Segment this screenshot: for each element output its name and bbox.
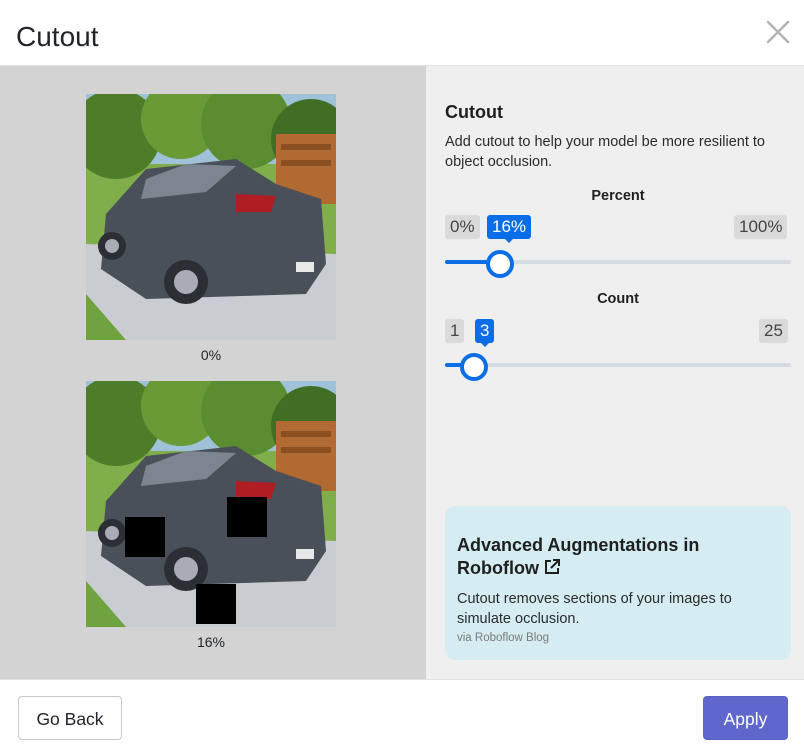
info-card[interactable]: Advanced Augmentations in Roboflow Cutou… [445,506,791,660]
count-min-label: 1 [445,319,465,343]
count-slider-handle[interactable] [459,353,488,381]
count-max-label: 25 [759,319,788,343]
percent-slider-handle[interactable] [486,250,515,278]
info-card-title[interactable]: Advanced Augmentations in Roboflow [457,534,777,582]
option-title: Cutout [445,102,503,122]
preview-caption-original: 0% [200,347,222,363]
count-value-label: 3 [475,319,495,347]
preview-image-cutout [86,381,336,627]
modal-footer: Go Back Apply [0,679,804,746]
preview-caption-cutout: 16% [196,634,226,650]
go-back-button[interactable]: Go Back [18,696,122,740]
cutout-box [125,517,165,557]
info-card-title-text[interactable]: Advanced Augmentations in Roboflow [457,535,699,578]
settings-panel: Cutout Add cutout to help your model be … [426,66,804,679]
apply-button[interactable]: Apply [703,696,788,740]
preview-panel: 0% 16% [0,66,426,679]
count-slider-label: Count [597,291,639,307]
option-description: Add cutout to help your model be more re… [445,134,765,170]
cutout-modal: Cutout 0% 16% Cutout Add cutout to help … [0,0,804,746]
count-slider-track[interactable] [445,353,791,381]
info-card-source: via Roboflow Blog [457,632,550,644]
modal-header: Cutout [0,0,804,66]
close-icon[interactable] [764,18,792,46]
percent-max-label: 100% [734,215,788,239]
modal-title: Cutout [16,21,99,52]
percent-min-label: 0% [445,215,480,239]
percent-value-label: 16% [487,215,532,243]
preview-image-original [86,94,336,340]
info-card-text: Cutout removes sections of your images t… [457,591,732,627]
cutout-box [196,584,236,624]
cutout-box [227,497,267,537]
external-link-icon [543,558,561,582]
percent-slider-label: Percent [591,188,645,204]
percent-slider-track[interactable] [445,250,791,278]
